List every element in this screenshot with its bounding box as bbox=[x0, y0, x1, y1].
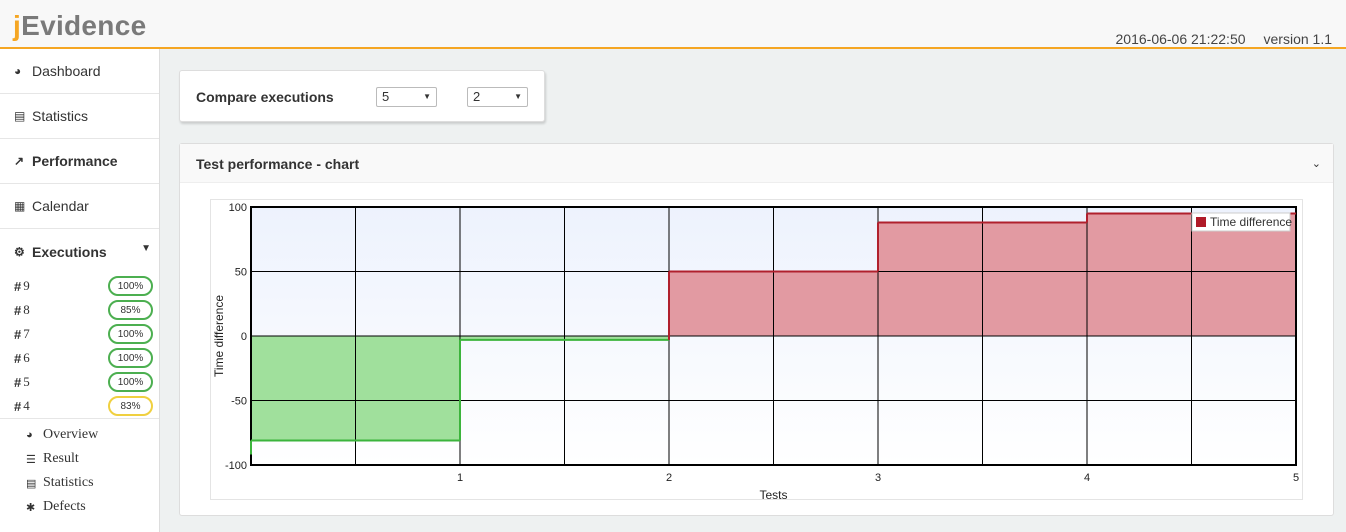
top-bar: jEvidence 2016-06-06 21:22:50 version 1.1 bbox=[0, 0, 1346, 49]
calendar-icon: ▦ bbox=[14, 199, 26, 213]
execution-select-b[interactable]: 2 ▼ bbox=[467, 87, 528, 107]
legend-label: Time difference bbox=[1210, 215, 1292, 229]
sidebar-item-label: Performance bbox=[32, 153, 118, 169]
x-tick-label: 4 bbox=[1084, 472, 1090, 484]
hash-icon: # bbox=[14, 326, 22, 342]
execution-subnav: ◕ Overview ☰ Result ▤ Statistics ✱ Defects bbox=[0, 418, 159, 519]
execution-item[interactable]: #6 100% bbox=[0, 346, 159, 370]
list-icon: ☰ bbox=[26, 453, 36, 466]
dashboard-icon: ◕ bbox=[26, 429, 33, 441]
y-axis-label: Time difference bbox=[212, 295, 226, 377]
execution-item[interactable]: #9 100% bbox=[0, 274, 159, 298]
y-tick-label: -100 bbox=[225, 460, 247, 472]
x-tick-label: 2 bbox=[666, 472, 672, 484]
x-tick-label: 1 bbox=[457, 472, 463, 484]
execution-item[interactable]: #4 83% bbox=[0, 394, 159, 418]
subnav-item-statistics[interactable]: ▤ Statistics bbox=[0, 471, 159, 495]
execution-item[interactable]: #5 100% bbox=[0, 370, 159, 394]
chevron-down-icon: ▼ bbox=[141, 243, 151, 254]
bar-chart-icon: ▤ bbox=[14, 109, 26, 123]
line-chart-icon: ↗ bbox=[14, 154, 25, 168]
top-info: 2016-06-06 21:22:50 version 1.1 bbox=[1116, 31, 1332, 47]
execution-item[interactable]: #7 100% bbox=[0, 322, 159, 346]
dropdown-arrow-icon: ▼ bbox=[514, 92, 522, 101]
y-tick-label: 100 bbox=[229, 202, 247, 214]
hash-icon: # bbox=[14, 374, 22, 390]
status-badge: 100% bbox=[108, 348, 153, 368]
chart-legend: Time difference bbox=[1191, 212, 1292, 232]
status-badge: 85% bbox=[108, 300, 153, 320]
y-tick-label: 0 bbox=[241, 331, 247, 343]
chart-frame: 100 50 0 -50 -100 1 2 3 4 5 Tests Time difference Ti… bbox=[210, 199, 1303, 502]
sidebar: ◕ Dashboard ▤ Statistics ↗ Performance ▦ Cal… bbox=[0, 49, 160, 532]
status-badge: 83% bbox=[108, 396, 153, 416]
execution-select-a[interactable]: 5 ▼ bbox=[376, 87, 437, 107]
chart-panel-title: Test performance - chart bbox=[196, 156, 360, 172]
sidebar-item-executions[interactable]: ⚙ Executions ▼ bbox=[0, 229, 159, 274]
chevron-down-icon[interactable]: ⌄ bbox=[1312, 157, 1321, 170]
x-tick-label: 3 bbox=[875, 472, 881, 484]
sidebar-item-label: Dashboard bbox=[32, 63, 101, 79]
y-tick-label: 50 bbox=[235, 267, 247, 279]
x-tick-label: 5 bbox=[1293, 472, 1299, 484]
hash-icon: # bbox=[14, 398, 22, 414]
sidebar-item-label: Calendar bbox=[32, 198, 89, 214]
chart-panel: Test performance - chart ⌄ 100 50 0 -50 -100… bbox=[179, 143, 1334, 516]
subnav-item-result[interactable]: ☰ Result bbox=[0, 447, 159, 471]
sidebar-item-statistics[interactable]: ▤ Statistics bbox=[0, 94, 159, 139]
version-label: version 1.1 bbox=[1263, 31, 1332, 47]
compare-executions-card: Compare executions 5 ▼ 2 ▼ bbox=[179, 70, 545, 122]
subnav-item-defects[interactable]: ✱ Defects bbox=[0, 495, 159, 519]
status-badge: 100% bbox=[108, 276, 153, 296]
hash-icon: # bbox=[14, 302, 22, 318]
sidebar-item-calendar[interactable]: ▦ Calendar bbox=[0, 184, 159, 229]
y-tick-label: -50 bbox=[231, 396, 247, 408]
chart-panel-header[interactable]: Test performance - chart ⌄ bbox=[180, 144, 1333, 183]
sidebar-item-label: Statistics bbox=[32, 108, 89, 124]
dropdown-arrow-icon: ▼ bbox=[423, 92, 431, 101]
hash-icon: # bbox=[14, 278, 22, 294]
performance-chart: 100 50 0 -50 -100 1 2 3 4 5 Tests Time difference Ti… bbox=[212, 202, 1299, 502]
datetime-label: 2016-06-06 21:22:50 bbox=[1115, 31, 1246, 47]
compare-label: Compare executions bbox=[196, 89, 334, 105]
sidebar-item-dashboard[interactable]: ◕ Dashboard bbox=[0, 49, 159, 94]
legend-swatch bbox=[1196, 217, 1206, 227]
dashboard-icon: ◕ bbox=[14, 64, 22, 78]
x-axis-label: Tests bbox=[759, 488, 787, 501]
status-badge: 100% bbox=[108, 372, 153, 392]
sidebar-item-label: Executions bbox=[32, 243, 107, 260]
app-logo[interactable]: jEvidence bbox=[13, 10, 146, 42]
bar-chart-icon: ▤ bbox=[26, 477, 37, 490]
subnav-item-overview[interactable]: ◕ Overview bbox=[0, 423, 159, 447]
sidebar-item-performance[interactable]: ↗ Performance bbox=[0, 139, 159, 184]
hash-icon: # bbox=[14, 350, 22, 366]
execution-item[interactable]: #8 85% bbox=[0, 298, 159, 322]
gears-icon: ⚙ bbox=[14, 244, 25, 259]
bug-icon: ✱ bbox=[26, 501, 36, 514]
status-badge: 100% bbox=[108, 324, 153, 344]
